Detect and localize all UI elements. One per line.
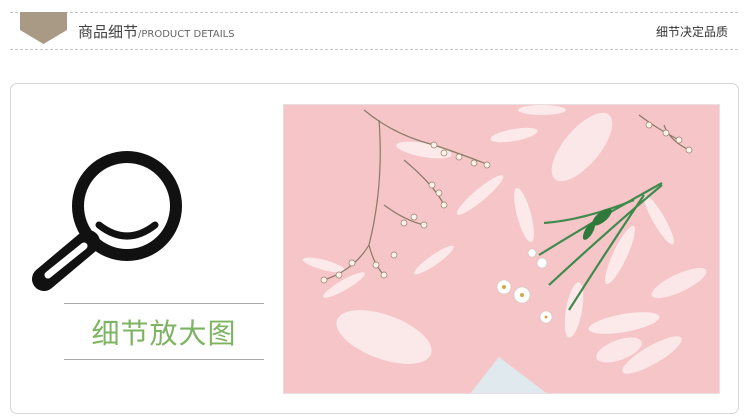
magnifier-icon (32, 151, 182, 291)
label-divider-bottom (64, 359, 264, 360)
header-title-cn: 商品细节 (78, 23, 139, 41)
zoom-label: 细节放大图 (91, 317, 237, 350)
product-detail-photo (283, 104, 720, 394)
header-slogan: 细节决定品质 (655, 25, 728, 39)
section-header: 商品细节/PRODUCT DETAILS 细节决定品质 (10, 12, 738, 50)
header-subtitle-en: /PRODUCT DETAILS (138, 29, 235, 40)
label-divider-top (64, 303, 264, 304)
header-badge-icon (20, 12, 67, 44)
header-title: 商品细节/PRODUCT DETAILS (78, 21, 235, 42)
